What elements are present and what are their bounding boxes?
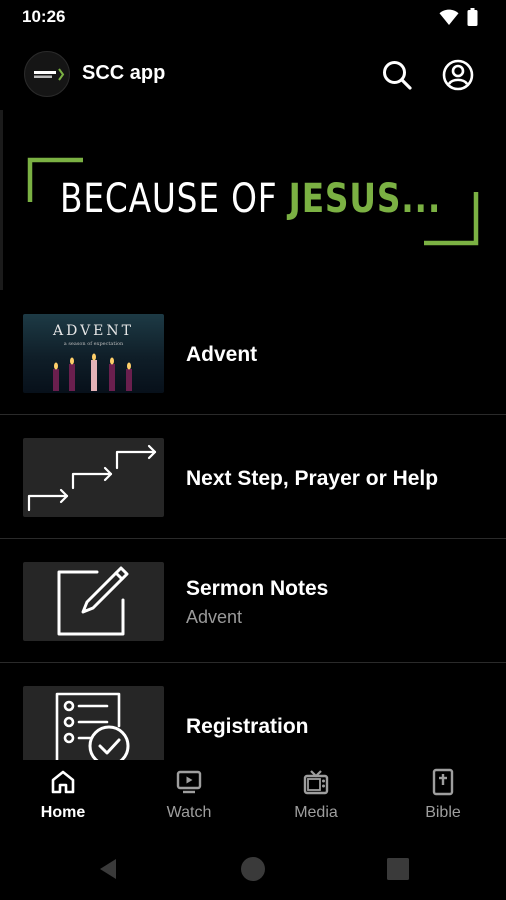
list-item-next-step[interactable]: Next Step, Prayer or Help	[0, 415, 506, 539]
app-bar: SCC app	[0, 46, 506, 102]
system-nav-bar	[0, 836, 506, 900]
tab-home[interactable]: Home	[0, 760, 126, 836]
app-title: SCC app	[82, 62, 166, 84]
advent-thumb-title: ADVENT	[52, 323, 134, 339]
tab-bible-label: Bible	[425, 804, 461, 821]
bottom-nav: Home Watch Media Bible	[0, 760, 506, 836]
next-step-thumbnail	[23, 438, 164, 517]
watch-icon	[176, 770, 202, 794]
tab-watch-label: Watch	[166, 804, 212, 821]
search-icon[interactable]	[380, 58, 414, 92]
account-icon[interactable]	[441, 58, 475, 92]
status-time: 10:26	[22, 7, 66, 26]
hero-text-accent: JESUS...	[288, 176, 442, 222]
list-item-title: Registration	[186, 715, 309, 738]
back-icon[interactable]	[94, 854, 124, 884]
list-item-sermon-notes[interactable]: Sermon Notes Advent	[0, 539, 506, 663]
hero-text: BECAUSE OF JESUS...	[60, 176, 441, 222]
wifi-icon	[439, 9, 459, 25]
tab-watch[interactable]: Watch	[126, 760, 252, 836]
hero-banner[interactable]: BECAUSE OF JESUS...	[0, 150, 506, 260]
tab-media-label: Media	[294, 804, 338, 821]
status-bar: 10:26	[0, 0, 506, 36]
list-item-title: Sermon Notes	[186, 577, 329, 600]
advent-thumb-tagline: a season of expectation	[63, 341, 124, 347]
logo-icon	[34, 68, 65, 81]
home-icon	[51, 770, 75, 794]
tv-icon	[303, 770, 329, 795]
checklist-icon	[55, 692, 130, 765]
home-circle-icon[interactable]	[238, 854, 268, 884]
tab-bible[interactable]: Bible	[380, 760, 506, 836]
list-item-title: Next Step, Prayer or Help	[186, 467, 439, 490]
list-item-subtitle: Advent	[186, 607, 243, 627]
recents-icon[interactable]	[383, 854, 413, 884]
sermon-notes-thumbnail	[23, 562, 164, 641]
list-item-title: Advent	[186, 343, 258, 366]
registration-thumbnail	[23, 686, 164, 765]
list-item-advent[interactable]: ADVENT a season of expectation Advent	[0, 291, 506, 415]
battery-icon	[467, 8, 478, 26]
stairs-arrows-icon	[27, 444, 157, 512]
tab-media[interactable]: Media	[253, 760, 379, 836]
edit-note-icon	[57, 566, 129, 636]
hero-text-prefix: BECAUSE OF	[60, 176, 289, 222]
status-icons	[439, 8, 478, 26]
bible-icon	[432, 768, 454, 796]
advent-thumbnail: ADVENT a season of expectation	[23, 314, 164, 393]
app-logo[interactable]	[24, 51, 70, 97]
tab-home-label: Home	[40, 804, 86, 821]
